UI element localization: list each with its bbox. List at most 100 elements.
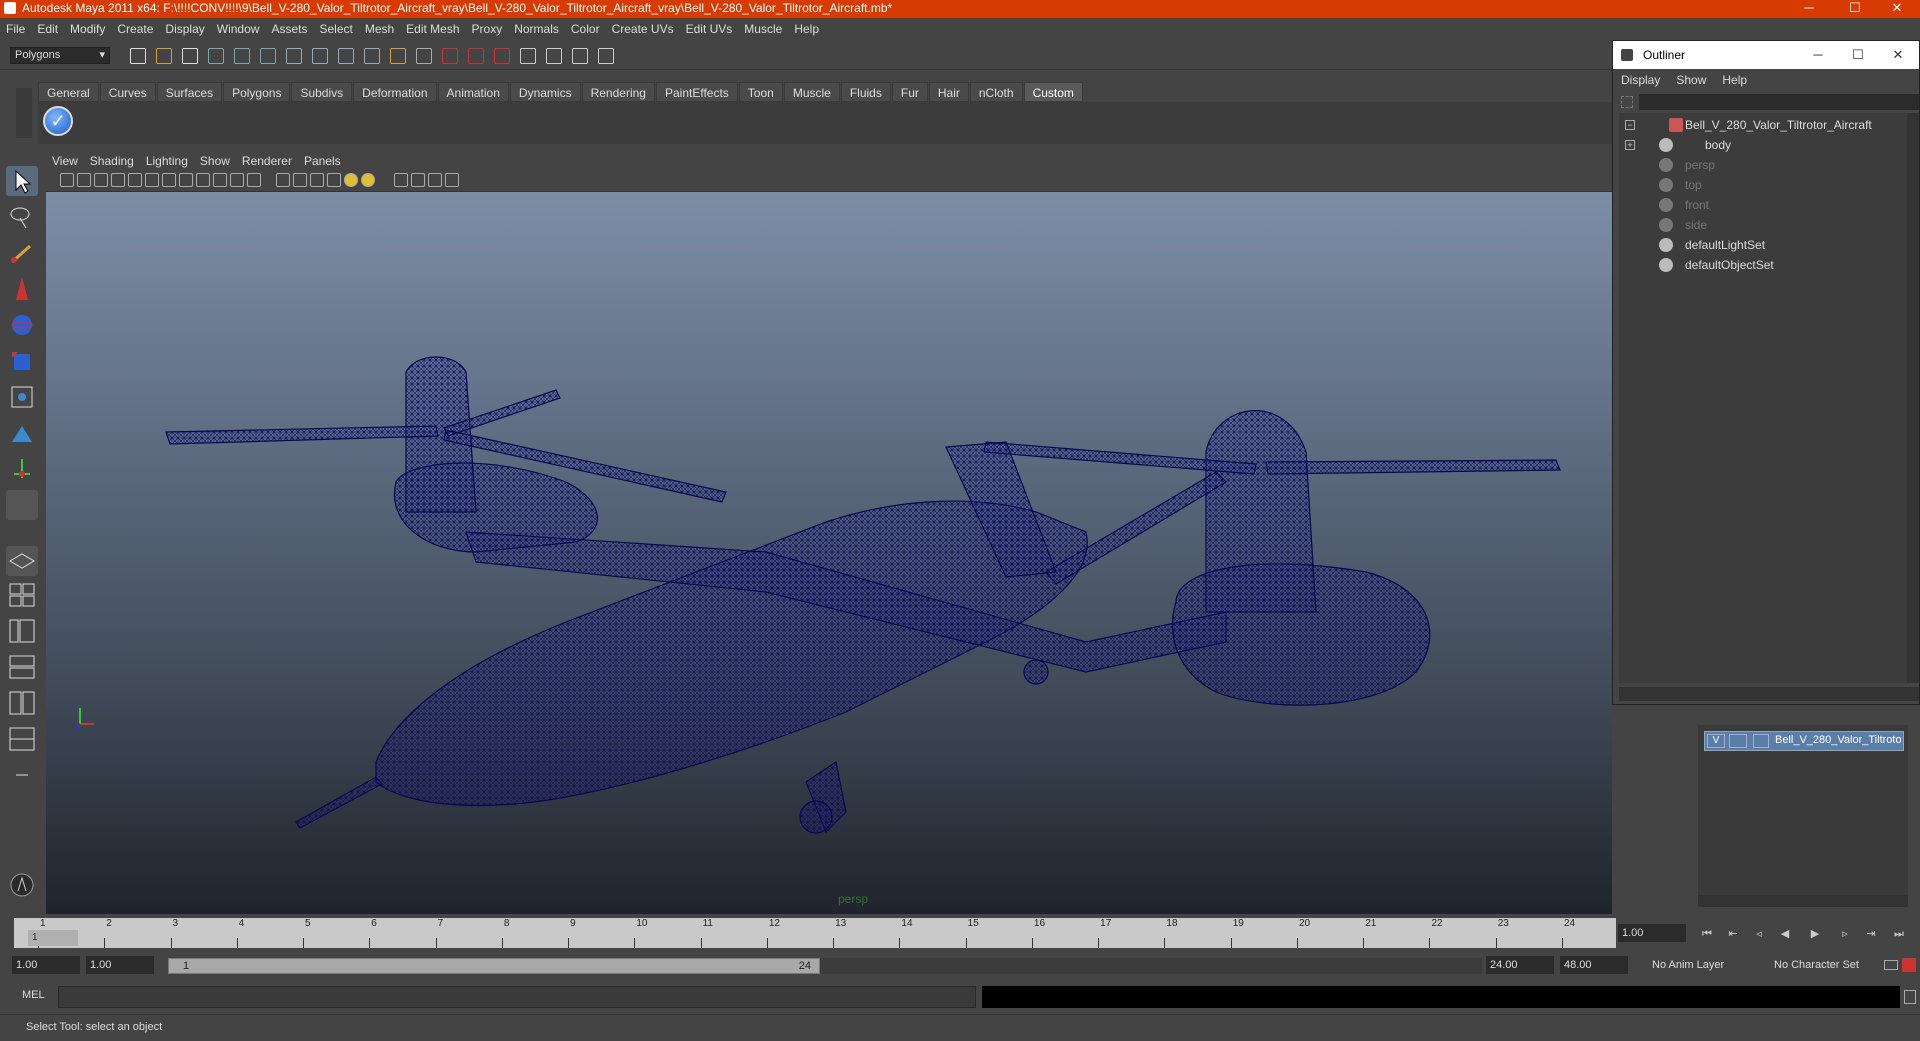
outliner-close-button[interactable]: ✕	[1883, 41, 1913, 69]
lasso-tool-icon[interactable]	[6, 202, 38, 232]
snap-grid-icon[interactable]	[286, 48, 302, 64]
isolate-select-icon[interactable]	[394, 173, 408, 187]
snap-curve-icon[interactable]	[312, 48, 328, 64]
menu-normals[interactable]: Normals	[508, 18, 565, 40]
outliner-menu-show[interactable]: Show	[1668, 69, 1714, 91]
playback-start-field[interactable]: 1.00	[86, 956, 154, 974]
field-chart-icon[interactable]	[213, 173, 227, 187]
grease-pencil-icon[interactable]	[128, 173, 142, 187]
collapse-icon[interactable]: −	[1625, 120, 1635, 130]
move-tool-icon[interactable]	[6, 274, 38, 304]
minimize-button[interactable]: ─	[1786, 0, 1832, 18]
command-input[interactable]	[58, 986, 976, 1008]
current-frame-field[interactable]: 1.00	[1618, 924, 1686, 942]
menu-file[interactable]: File	[0, 18, 31, 40]
script-editor-icon[interactable]	[1904, 990, 1916, 1004]
textured-icon[interactable]	[327, 173, 341, 187]
persp-outliner-layout-icon[interactable]	[6, 616, 38, 646]
tool-settings-icon[interactable]	[598, 48, 614, 64]
shelf-tab-dynamics[interactable]: Dynamics	[509, 82, 581, 102]
show-manip-tool-icon[interactable]	[6, 454, 38, 484]
bookmark-icon[interactable]	[77, 173, 91, 187]
xray-joints-icon[interactable]	[428, 173, 442, 187]
menu-color[interactable]: Color	[565, 18, 606, 40]
select-component-icon[interactable]	[260, 48, 276, 64]
wireframe-on-shaded-icon[interactable]	[310, 173, 324, 187]
wireframe-icon[interactable]	[276, 173, 290, 187]
outliner-maximize-button[interactable]: ☐	[1843, 41, 1873, 69]
layer-row[interactable]: V Bell_V_280_Valor_Tiltroto	[1704, 731, 1904, 751]
channel-box-icon[interactable]	[546, 48, 562, 64]
menu-assets[interactable]: Assets	[265, 18, 313, 40]
menu-select[interactable]: Select	[313, 18, 358, 40]
camera-attributes-icon[interactable]	[60, 173, 74, 187]
panel-menu-view[interactable]: View	[46, 152, 84, 170]
select-hierarchy-icon[interactable]	[208, 48, 224, 64]
outliner-horizontal-scrollbar[interactable]	[1619, 687, 1919, 701]
shelf-tab-animation[interactable]: Animation	[437, 82, 509, 102]
shelf-tab-painteffects[interactable]: PaintEffects	[655, 82, 738, 102]
attribute-editor-icon[interactable]	[572, 48, 588, 64]
expand-icon[interactable]: +	[1625, 140, 1635, 150]
menu-create[interactable]: Create	[111, 18, 159, 40]
layer-scrollbar[interactable]	[1698, 895, 1908, 907]
shelf-menu-handle[interactable]	[16, 88, 32, 138]
outliner-item[interactable]: − Bell_V_280_Valor_Tiltrotor_Aircraft	[1619, 115, 1909, 135]
gate-mask-icon[interactable]	[196, 173, 210, 187]
close-button[interactable]: ✕	[1874, 0, 1920, 18]
paint-select-icon[interactable]	[6, 238, 38, 268]
anim-layer-select[interactable]: No Anim Layer	[1648, 956, 1756, 974]
panel-menu-lighting[interactable]: Lighting	[140, 152, 194, 170]
hypershade-icon[interactable]	[520, 48, 536, 64]
hypershade-layout-icon[interactable]	[6, 688, 38, 718]
play-forward-button[interactable]: ▶	[1806, 926, 1824, 942]
2d-pan-icon[interactable]	[111, 173, 125, 187]
layer-playback-toggle[interactable]	[1729, 734, 1747, 748]
new-scene-icon[interactable]	[130, 48, 146, 64]
panel-menu-show[interactable]: Show	[194, 152, 236, 170]
go-to-end-button[interactable]: ⏭	[1890, 926, 1908, 942]
panel-menu-shading[interactable]: Shading	[84, 152, 140, 170]
soft-mod-tool-icon[interactable]	[6, 418, 38, 448]
select-tool-icon[interactable]	[6, 166, 38, 196]
scale-tool-icon[interactable]	[6, 346, 38, 376]
outliner-item[interactable]: top	[1619, 175, 1909, 195]
menu-mesh[interactable]: Mesh	[359, 18, 400, 40]
open-scene-icon[interactable]	[156, 48, 172, 64]
panel-menu-panels[interactable]: Panels	[298, 152, 347, 170]
shelf-tab-toon[interactable]: Toon	[738, 82, 783, 102]
maximize-button[interactable]: ☐	[1832, 0, 1878, 18]
shelf-tab-fur[interactable]: Fur	[891, 82, 928, 102]
menu-display[interactable]: Display	[159, 18, 210, 40]
menu-edit-mesh[interactable]: Edit Mesh	[400, 18, 465, 40]
step-forward-frame-button[interactable]: ▹	[1836, 926, 1854, 942]
snap-point-icon[interactable]	[338, 48, 354, 64]
shelf-tab-custom[interactable]: Custom	[1023, 82, 1083, 102]
character-set-select[interactable]: No Character Set	[1770, 956, 1882, 974]
play-backward-button[interactable]: ◀	[1776, 926, 1794, 942]
step-back-key-button[interactable]: ⇤	[1724, 926, 1742, 942]
outliner-item[interactable]: defaultLightSet	[1619, 235, 1909, 255]
shelf-tab-general[interactable]: General	[38, 82, 99, 102]
layer-visibility-toggle[interactable]: V	[1707, 734, 1725, 748]
persp-texture-layout-icon[interactable]	[6, 724, 38, 754]
hud-icon[interactable]	[445, 173, 459, 187]
outliner-item[interactable]: front	[1619, 195, 1909, 215]
viewport-persp[interactable]: persp	[46, 192, 1612, 914]
shadows-icon[interactable]	[361, 173, 375, 187]
shelf-tab-fluids[interactable]: Fluids	[840, 82, 891, 102]
single-perspective-layout-icon[interactable]	[6, 546, 38, 576]
last-tool-icon[interactable]	[6, 490, 38, 520]
end-time-field[interactable]: 48.00	[1560, 956, 1628, 974]
render-settings-icon[interactable]	[494, 48, 510, 64]
menu-proxy[interactable]: Proxy	[466, 18, 509, 40]
use-all-lights-icon[interactable]	[344, 173, 358, 187]
outliner-menu-display[interactable]: Display	[1613, 69, 1668, 91]
render-icon[interactable]	[442, 48, 458, 64]
menu-edit[interactable]: Edit	[31, 18, 64, 40]
safe-title-icon[interactable]	[247, 173, 261, 187]
shelf-tab-rendering[interactable]: Rendering	[581, 82, 655, 102]
current-time-marker[interactable]: 1	[28, 930, 78, 946]
step-back-frame-button[interactable]: ◃	[1750, 926, 1768, 942]
shelf-tab-subdivs[interactable]: Subdivs	[291, 82, 353, 102]
